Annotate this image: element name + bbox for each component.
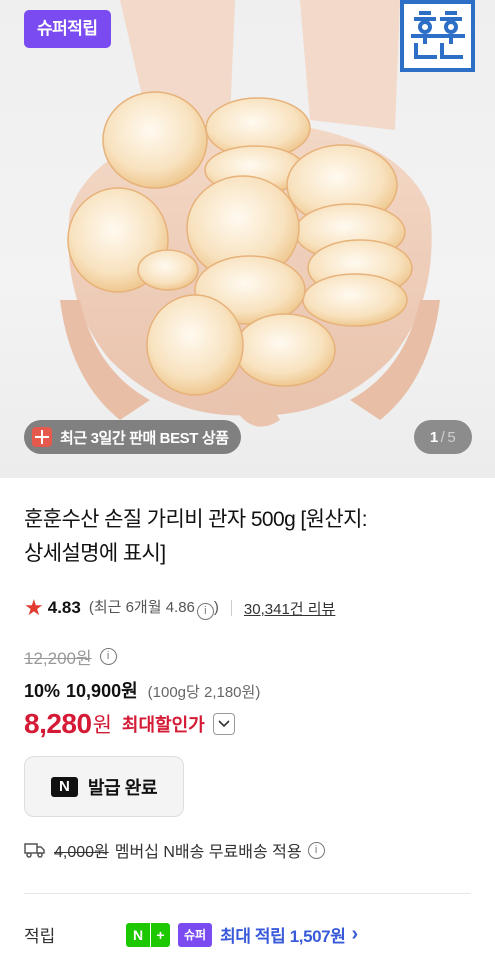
rating-score: 4.83 bbox=[47, 598, 81, 617]
reward-row[interactable]: 적립 N + 슈퍼 최대 적립 1,507원 › bbox=[24, 922, 471, 947]
reward-label: 적립 bbox=[24, 927, 56, 946]
review-count-link[interactable]: 30,341건 리뷰 bbox=[244, 598, 335, 619]
recent-rating[interactable]: (최근 6개월 4.86 i) bbox=[89, 596, 219, 620]
product-title: 훈훈수산 손질 가리비 관자 500g [원산지: 상세설명에 표시] bbox=[24, 503, 464, 571]
recent-rating-text: (최근 6개월 4.86 bbox=[88, 599, 195, 616]
shipping-info-icon[interactable]: i bbox=[307, 841, 325, 859]
divider bbox=[230, 600, 232, 616]
truck-icon bbox=[24, 843, 45, 858]
naver-n-icon: N bbox=[126, 922, 150, 947]
max-discount-label: 최대할인가 bbox=[121, 715, 205, 735]
plus-icon: + bbox=[150, 922, 170, 947]
info-icon[interactable]: i bbox=[196, 603, 214, 620]
original-price: 12,200원 bbox=[24, 649, 92, 668]
rating-row: ★ 4.83 (최근 6개월 4.86 i) 30,341건 리뷰 bbox=[24, 596, 335, 620]
gift-icon bbox=[32, 427, 52, 447]
image-counter: 1 / 5 bbox=[414, 420, 472, 454]
unit-price: (100g당 2,180원) bbox=[147, 684, 261, 701]
star-icon: ★ bbox=[24, 595, 44, 620]
image-total: 5 bbox=[447, 428, 457, 446]
coupon-label: 발급 완료 bbox=[87, 777, 158, 798]
shipping-text: 멤버십 N배송 무료배송 적용 bbox=[114, 844, 302, 861]
brand-logo: 훈훈 bbox=[400, 0, 475, 72]
max-discount-currency: 원 bbox=[92, 714, 112, 737]
max-reward-text: 최대 적립 1,507원 bbox=[220, 927, 346, 946]
image-index: 1 bbox=[429, 428, 439, 446]
hunhun-logo-icon bbox=[410, 11, 465, 59]
sale-price: 10,900원 bbox=[66, 681, 138, 701]
naver-icon: N bbox=[50, 776, 78, 797]
chevron-down-icon bbox=[218, 720, 230, 728]
super-badge-small: 슈퍼 bbox=[178, 922, 213, 947]
best-seller-label: 최근 3일간 판매 BEST 상품 bbox=[60, 429, 229, 447]
best-seller-pill: 최근 3일간 판매 BEST 상품 bbox=[24, 420, 241, 454]
naver-plus-badge: N + bbox=[126, 922, 170, 947]
max-discount-row[interactable]: 8,280 원 최대할인가 bbox=[24, 708, 235, 740]
super-reward-badge: 슈퍼적립 bbox=[24, 10, 111, 48]
shipping-row: 4,000원 멤버십 N배송 무료배송 적용 i bbox=[24, 838, 325, 862]
discount-rate: 10% bbox=[24, 681, 61, 701]
product-image[interactable]: 슈퍼적립 훈훈 최근 3일간 판매 BEST 상품 bbox=[0, 0, 495, 478]
original-price-row: 12,200원 i bbox=[24, 644, 117, 669]
sale-price-row: 10% 10,900원 (100g당 2,180원) bbox=[24, 677, 260, 703]
product-title-line2: 상세설명에 표시] bbox=[24, 542, 166, 565]
counter-separator: / bbox=[440, 428, 446, 446]
coupon-issued-button[interactable]: N 발급 완료 bbox=[24, 756, 184, 817]
divider-line bbox=[24, 893, 471, 894]
price-info-icon[interactable]: i bbox=[99, 648, 117, 665]
product-title-line1: 훈훈수산 손질 가리비 관자 500g [원산지: bbox=[24, 508, 368, 531]
expand-button[interactable] bbox=[212, 713, 235, 735]
recent-rating-close: ) bbox=[213, 599, 219, 616]
original-shipping-fee: 4,000원 bbox=[54, 844, 109, 861]
max-discount-price: 8,280 bbox=[24, 708, 92, 739]
chevron-right-icon: › bbox=[351, 923, 359, 945]
